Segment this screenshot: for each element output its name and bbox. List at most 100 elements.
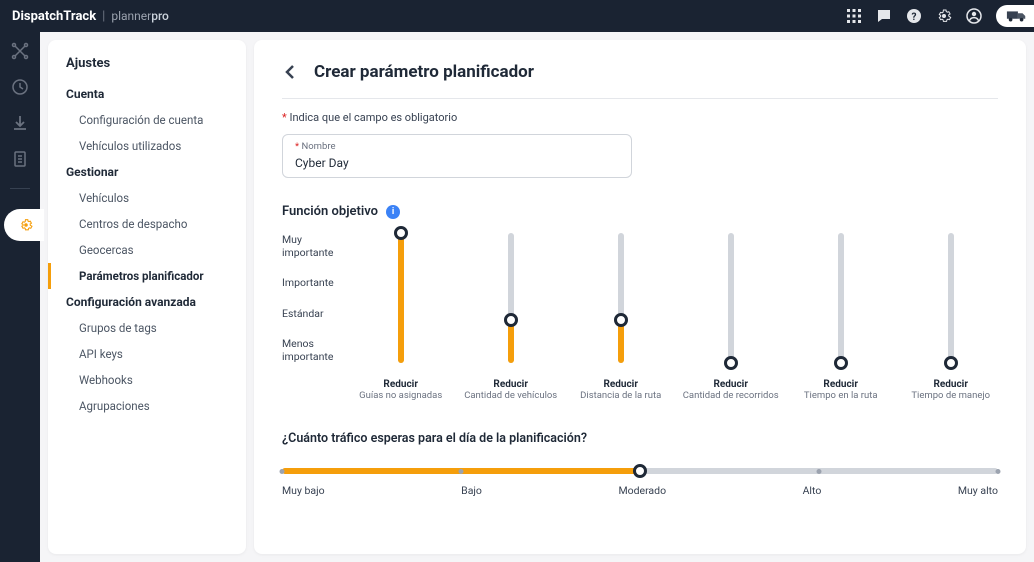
rail-settings-icon[interactable] (4, 209, 44, 241)
objective-sliders: Muy importante Importante Estándar Menos im… (282, 233, 998, 401)
slider-handle[interactable] (724, 356, 738, 370)
slider-track[interactable] (948, 233, 954, 363)
slider-y-labels: Muy importante Importante Estándar Menos im… (282, 233, 346, 363)
slider-track[interactable] (838, 233, 844, 363)
slider-caption-title: Reducir (359, 379, 442, 390)
slider-column: Reducir Guías no asignadas (346, 233, 456, 401)
slider-caption-title: Reducir (580, 379, 661, 390)
traffic-handle[interactable] (633, 464, 647, 478)
page-header: Crear parámetro planificador (282, 62, 998, 99)
page-title: Crear parámetro planificador (314, 62, 534, 82)
traffic-label: Muy bajo (282, 484, 325, 497)
header-actions: ? (846, 5, 1022, 27)
icon-rail (0, 32, 40, 562)
slider-caption-title: Reducir (464, 379, 557, 390)
slider-track[interactable] (398, 233, 404, 363)
rail-history-icon[interactable] (11, 78, 29, 96)
rail-routes-icon[interactable] (11, 42, 29, 60)
traffic-tick[interactable] (817, 469, 822, 474)
slider-caption-subtitle: Guías no asignadas (359, 390, 442, 401)
sidebar-item[interactable]: Grupos de tags (48, 315, 246, 341)
slider-caption-subtitle: Distancia de la ruta (580, 390, 661, 401)
sidebar-item[interactable]: Parámetros planificador (48, 263, 246, 289)
slider-caption-subtitle: Cantidad de vehículos (464, 390, 557, 401)
main-content: Crear parámetro planificador * Indica qu… (254, 40, 1026, 554)
rail-download-icon[interactable] (11, 114, 29, 132)
sidebar-item[interactable]: Centros de despacho (48, 211, 246, 237)
settings-icon[interactable] (936, 8, 952, 24)
apps-icon[interactable] (846, 8, 862, 24)
slider-caption: Reducir Cantidad de recorridos (683, 379, 779, 401)
traffic-tick[interactable] (280, 469, 285, 474)
sidebar-section: Cuenta (48, 81, 246, 107)
slider-column: Reducir Distancia de la ruta (566, 233, 676, 401)
y-axis-label: Estándar (282, 307, 334, 320)
slider-handle[interactable] (394, 226, 408, 240)
info-icon[interactable]: i (386, 205, 400, 219)
slider-caption-title: Reducir (804, 379, 878, 390)
traffic-labels: Muy bajo Bajo Moderado Alto Muy alto (282, 484, 998, 497)
sidebar-item[interactable]: Configuración de cuenta (48, 107, 246, 133)
sidebar-item[interactable]: Geocercas (48, 237, 246, 263)
sidebar-section: Configuración avanzada (48, 289, 246, 315)
sidebar-title: Ajustes (48, 56, 246, 81)
truck-badge[interactable] (996, 5, 1034, 27)
y-axis-label: Muy importante (282, 233, 334, 259)
y-axis-label: Importante (282, 276, 334, 289)
name-input[interactable] (295, 156, 619, 170)
sidebar-item[interactable]: API keys (48, 341, 246, 367)
y-axis-label: Menos importante (282, 337, 334, 363)
traffic-slider[interactable]: Muy bajo Bajo Moderado Alto Muy alto (282, 468, 998, 497)
traffic-label: Alto (803, 484, 822, 497)
rail-divider (10, 188, 30, 189)
slider-column: Reducir Cantidad de recorridos (676, 233, 786, 401)
slider-column: Reducir Cantidad de vehículos (456, 233, 566, 401)
traffic-tick[interactable] (459, 469, 464, 474)
slider-handle[interactable] (944, 356, 958, 370)
slider-caption: Reducir Distancia de la ruta (580, 379, 661, 401)
brand-main: DispatchTrack (12, 9, 96, 24)
sidebar-item[interactable]: Agrupaciones (48, 393, 246, 419)
sidebar-section: Gestionar (48, 159, 246, 185)
slider-caption: Reducir Tiempo de manejo (911, 379, 990, 401)
sidebar-item[interactable]: Vehículos (48, 185, 246, 211)
slider-track[interactable] (618, 233, 624, 363)
slider-handle[interactable] (504, 313, 518, 327)
slider-track[interactable] (728, 233, 734, 363)
slider-caption-title: Reducir (911, 379, 990, 390)
required-note: * Indica que el campo es obligatorio (282, 111, 998, 124)
brand-separator: | (102, 9, 105, 24)
objective-section-title: Función objetivo i (282, 204, 998, 219)
brand-sub: plannerpro (111, 9, 169, 23)
traffic-tick[interactable] (996, 469, 1001, 474)
slider-caption-title: Reducir (683, 379, 779, 390)
traffic-label: Bajo (461, 484, 482, 497)
sidebar-item[interactable]: Webhooks (48, 367, 246, 393)
slider-track[interactable] (508, 233, 514, 363)
name-field-label: * Nombre (295, 141, 619, 152)
slider-caption: Reducir Tiempo en la ruta (804, 379, 878, 401)
rail-document-icon[interactable] (11, 150, 29, 168)
name-field[interactable]: * Nombre (282, 134, 632, 178)
sidebar-item[interactable]: Vehículos utilizados (48, 133, 246, 159)
back-button[interactable] (282, 63, 300, 81)
slider-caption: Reducir Cantidad de vehículos (464, 379, 557, 401)
slider-handle[interactable] (834, 356, 848, 370)
brand: DispatchTrack | plannerpro (12, 9, 169, 24)
settings-sidebar: Ajustes CuentaConfiguración de cuentaVeh… (48, 40, 246, 554)
traffic-label: Muy alto (958, 484, 998, 497)
traffic-track[interactable] (282, 468, 998, 474)
help-icon[interactable]: ? (906, 8, 922, 24)
slider-column: Reducir Tiempo en la ruta (786, 233, 896, 401)
slider-column: Reducir Tiempo de manejo (896, 233, 1006, 401)
top-header: DispatchTrack | plannerpro ? (0, 0, 1034, 32)
svg-text:?: ? (912, 12, 917, 23)
slider-caption-subtitle: Tiempo de manejo (911, 390, 990, 401)
chat-icon[interactable] (876, 8, 892, 24)
slider-handle[interactable] (614, 313, 628, 327)
account-icon[interactable] (966, 8, 982, 24)
traffic-section-title: ¿Cuánto tráfico esperas para el día de l… (282, 431, 998, 446)
slider-caption-subtitle: Tiempo en la ruta (804, 390, 878, 401)
slider-caption-subtitle: Cantidad de recorridos (683, 390, 779, 401)
traffic-label: Moderado (618, 484, 666, 497)
